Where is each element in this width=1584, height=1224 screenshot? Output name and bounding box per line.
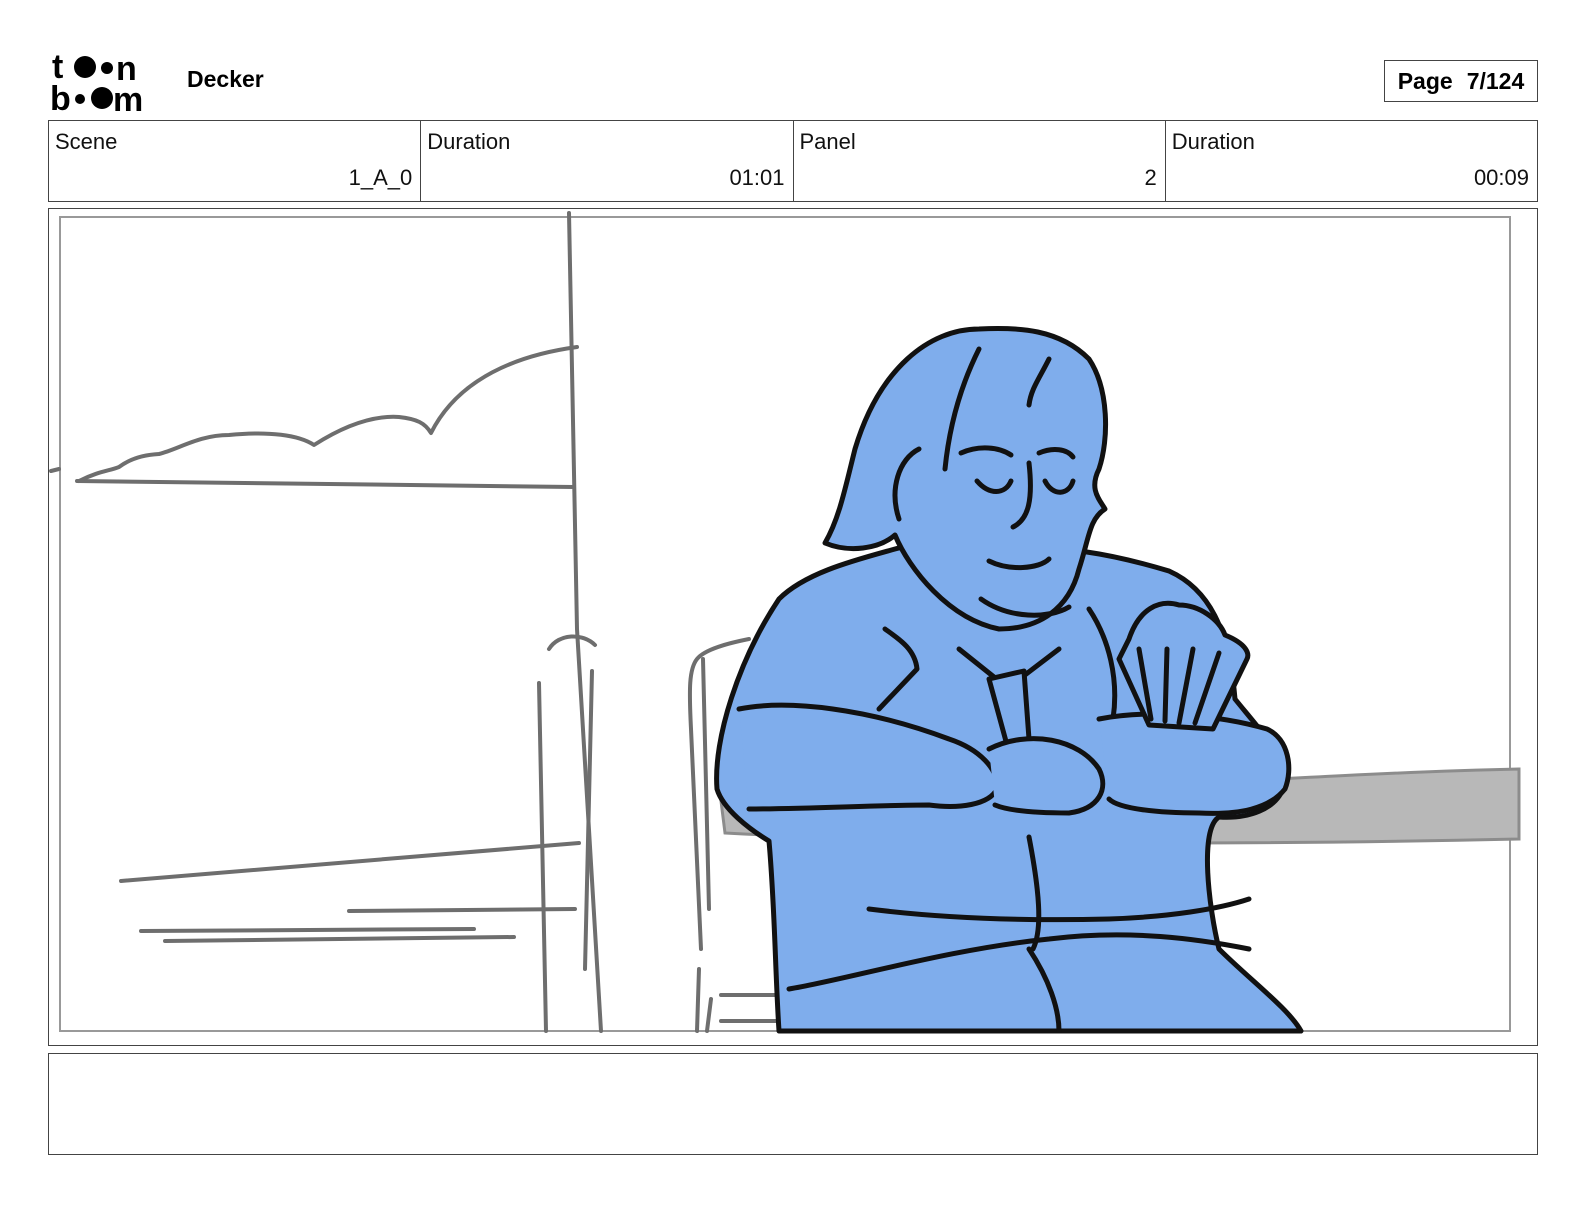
scene-duration-label: Duration — [427, 129, 511, 154]
background-sketch — [49, 211, 791, 1033]
page-indicator: Page 7/124 — [1384, 60, 1538, 102]
toonboom-logo: t n b m — [50, 48, 165, 119]
panel-duration-label: Duration — [1171, 129, 1255, 154]
scene-duration-cell: Duration 01:01 — [421, 121, 794, 201]
project-name: Decker — [187, 66, 264, 92]
scene-duration-value: 01:01 — [729, 165, 785, 190]
scene-cell: Scene 1_A_0 — [49, 121, 422, 201]
storyboard-panel — [48, 208, 1538, 1046]
scene-label: Scene — [55, 129, 118, 154]
svg-text:b: b — [50, 80, 71, 114]
svg-text:m: m — [113, 81, 143, 114]
info-table: Scene 1_A_0 Duration 01:01 Panel 2 Durat… — [48, 120, 1538, 202]
scene-value: 1_A_0 — [348, 165, 413, 190]
page-value: 7/124 — [1466, 67, 1525, 94]
panel-cell: Panel 2 — [794, 121, 1166, 201]
panel-label: Panel — [799, 129, 856, 154]
panel-value: 2 — [1144, 165, 1157, 190]
page-label: Page — [1397, 67, 1453, 94]
panel-sketch — [49, 211, 1521, 1034]
character-figure — [714, 325, 1304, 1034]
panel-duration-value: 00:09 — [1473, 165, 1529, 190]
panel-duration-cell: Duration 00:09 — [1166, 121, 1537, 201]
panel-notes-box — [48, 1053, 1538, 1155]
